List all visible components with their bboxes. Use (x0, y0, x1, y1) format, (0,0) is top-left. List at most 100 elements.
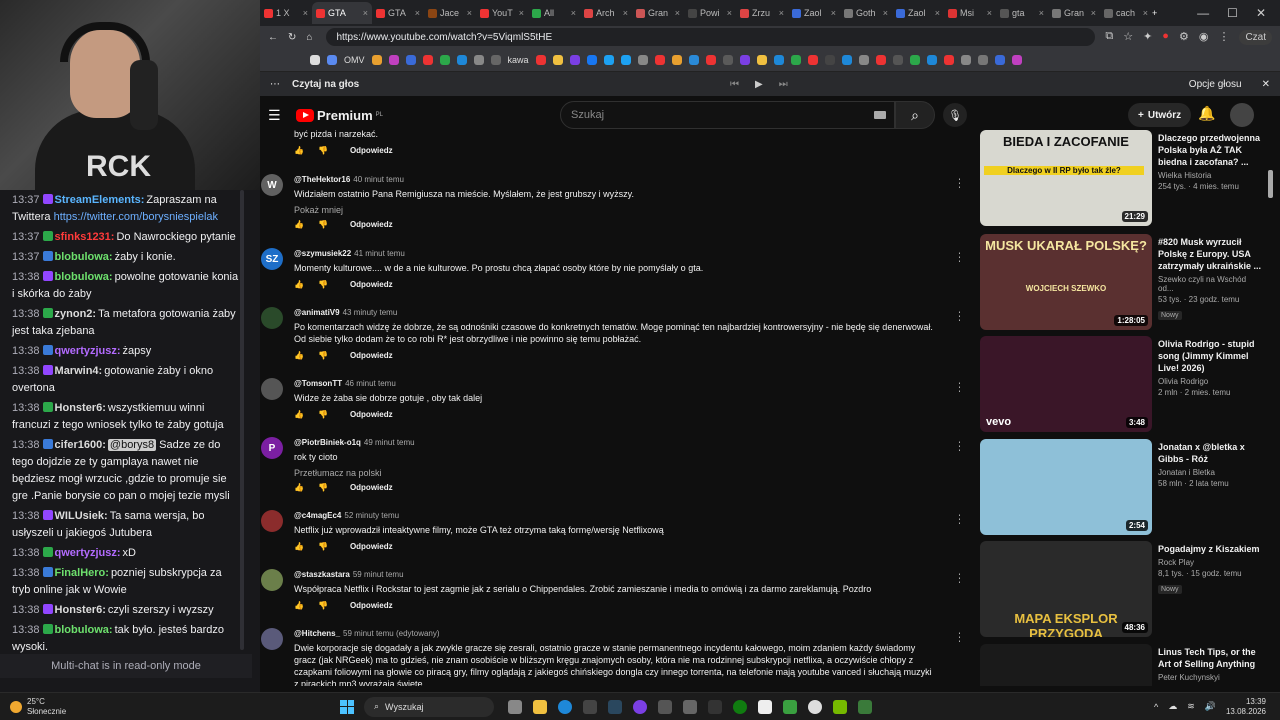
like-icon[interactable]: 👍 (294, 351, 304, 360)
bookmark-icon[interactable] (926, 54, 937, 65)
more-options-icon[interactable]: ⋮ (954, 512, 960, 526)
more-options-icon[interactable]: ⋮ (954, 571, 960, 585)
comment-time[interactable]: 49 minut temu (364, 438, 415, 447)
comment-time[interactable]: 43 minuty temu (343, 308, 398, 317)
tab-close-icon[interactable]: × (935, 8, 940, 18)
bookmark-icon[interactable] (603, 54, 614, 65)
reply-button[interactable]: Odpowiedz (350, 542, 393, 551)
browser-tab[interactable]: Msi × (944, 2, 996, 24)
bookmark-icon[interactable] (637, 54, 648, 65)
tab-close-icon[interactable]: × (831, 8, 836, 18)
czat-button[interactable]: Czat (1239, 29, 1272, 45)
video-channel[interactable]: Szewko czyli na Wschód od... (1158, 275, 1262, 293)
browser-tab[interactable]: GTA × (372, 2, 424, 24)
like-icon[interactable]: 👍 (294, 601, 304, 610)
search-input[interactable]: Szukaj (560, 101, 895, 129)
dislike-icon[interactable]: 👎 (318, 483, 328, 492)
bookmark-icon[interactable] (790, 54, 801, 65)
close-icon[interactable]: ✕ (1262, 79, 1270, 90)
reply-button[interactable]: Odpowiedz (350, 351, 393, 360)
new-tab-icon[interactable]: + (1152, 8, 1157, 18)
chat-username[interactable]: Honster6: (55, 604, 106, 616)
chat-username[interactable]: cifer1600: (55, 439, 106, 451)
comment-time[interactable]: 59 minut temu (353, 570, 404, 579)
bookmark-icon[interactable] (722, 54, 733, 65)
bookmark-icon[interactable] (943, 54, 954, 65)
close-window-icon[interactable]: ✕ (1256, 6, 1266, 20)
chat-username[interactable]: WILUsiek: (55, 510, 108, 522)
bookmark-icon[interactable] (841, 54, 852, 65)
chat-username[interactable]: Honster6: (55, 402, 106, 414)
video-thumbnail[interactable]: vevo 3:48 (980, 336, 1152, 432)
comment-secondary-link[interactable]: Pokaż mniej (294, 204, 934, 216)
like-icon[interactable]: 👍 (294, 280, 304, 289)
more-options-icon[interactable]: ⋮ (954, 439, 960, 453)
dislike-icon[interactable]: 👎 (318, 601, 328, 610)
more-options-icon[interactable]: ⋮ (954, 250, 960, 264)
comment-author[interactable]: @TomsonTT (294, 379, 342, 388)
voice-search-button[interactable]: 🎙 (943, 103, 967, 127)
chat-username[interactable]: qwertyzjusz: (55, 345, 121, 357)
comment-secondary-link[interactable]: Przetłumacz na polski (294, 467, 934, 479)
bookmark-icon[interactable] (422, 54, 433, 65)
avatar[interactable] (261, 307, 283, 329)
windows-start-icon[interactable] (340, 699, 354, 714)
bookmark-icon[interactable] (586, 54, 597, 65)
youtube-logo[interactable]: Premium PL (296, 108, 383, 123)
bookmark-icon[interactable] (671, 54, 682, 65)
bookmark-icon[interactable] (960, 54, 971, 65)
chat-username[interactable]: Marwin4: (55, 365, 103, 377)
puzzle-icon[interactable]: ⚙ (1179, 30, 1189, 45)
next-icon[interactable]: ⏭ (779, 79, 788, 90)
video-thumbnail[interactable]: 2:54 (980, 439, 1152, 535)
reply-button[interactable]: Odpowiedz (350, 220, 393, 229)
video-title[interactable]: Jonatan x @bletka x Gibbs - Róż (1158, 441, 1262, 465)
tab-close-icon[interactable]: × (675, 8, 680, 18)
tab-close-icon[interactable]: × (1039, 8, 1044, 18)
chat-link[interactable]: https://twitter.com/borysniespielak (54, 211, 218, 223)
reply-button[interactable]: Odpowiedz (350, 410, 393, 419)
wifi-icon[interactable]: ≋ (1187, 701, 1195, 712)
chat-username[interactable]: qwertyzjusz: (55, 547, 121, 559)
bookmark-icon[interactable] (875, 54, 886, 65)
recommended-video[interactable]: MUSK UKARAŁ POLSKĘ? WOJCIECH SZEWKO 1:28:0… (980, 234, 1270, 330)
url-field[interactable]: https://www.youtube.com/watch?v=5ViqmlS5… (326, 28, 1096, 46)
comment-author[interactable]: @c4magEc4 (294, 511, 341, 520)
more-options-icon[interactable]: ⋮ (954, 309, 960, 323)
bookmark-icon[interactable] (756, 54, 767, 65)
bookmark-icon[interactable] (569, 54, 580, 65)
browser-tab[interactable]: 1 X × (260, 2, 312, 24)
comment-author[interactable]: @Hitchens_ (294, 629, 340, 638)
chrome-icon[interactable] (808, 699, 822, 714)
recommended-video[interactable]: BIEDA I ZACOFANIE Dlaczego w II RP było t… (980, 130, 1270, 226)
avatar[interactable] (261, 510, 283, 532)
video-channel[interactable]: Wielka Historia (1158, 171, 1262, 180)
comment-time[interactable]: 46 minut temu (345, 379, 396, 388)
browser-tab[interactable]: Gran × (1048, 2, 1100, 24)
steam-icon[interactable] (608, 699, 622, 714)
bookmark-icon[interactable] (654, 54, 665, 65)
clock[interactable]: 13:39 13.08.2026 (1226, 697, 1266, 717)
chat-mention[interactable]: @borys8 (107, 439, 157, 451)
tab-close-icon[interactable]: × (883, 8, 888, 18)
video-channel[interactable]: Peter Kuchynskyi (1158, 673, 1262, 682)
video-channel[interactable]: Rock Play (1158, 558, 1262, 567)
chat-username[interactable]: StreamElements: (55, 194, 145, 206)
pen-icon[interactable] (583, 699, 597, 714)
chat-username[interactable]: blobulowa: (55, 271, 113, 283)
bookmark-icon[interactable] (456, 54, 467, 65)
bookmark-icon[interactable] (994, 54, 1005, 65)
chat-app-icon[interactable] (758, 699, 772, 714)
comment-time[interactable]: 41 minut temu (354, 249, 405, 258)
dislike-icon[interactable]: 👎 (318, 146, 328, 155)
bookmark-icon[interactable] (807, 54, 818, 65)
browser-tab[interactable]: Arch × (580, 2, 632, 24)
bookmark-icon[interactable] (327, 54, 337, 65)
terminal-icon[interactable] (708, 699, 722, 714)
like-icon[interactable]: 👍 (294, 483, 304, 492)
video-thumbnail[interactable]: MUSK UKARAŁ POLSKĘ? WOJCIECH SZEWKO 1:28:0… (980, 234, 1152, 330)
comment-author[interactable]: @animatiV9 (294, 308, 340, 317)
recommended-video[interactable]: vevo 3:48 Olivia Rodrigo - stupid song (Ji… (980, 336, 1270, 432)
translate-icon[interactable]: ⧉ (1105, 30, 1113, 45)
bookmark-icon[interactable] (535, 54, 546, 65)
